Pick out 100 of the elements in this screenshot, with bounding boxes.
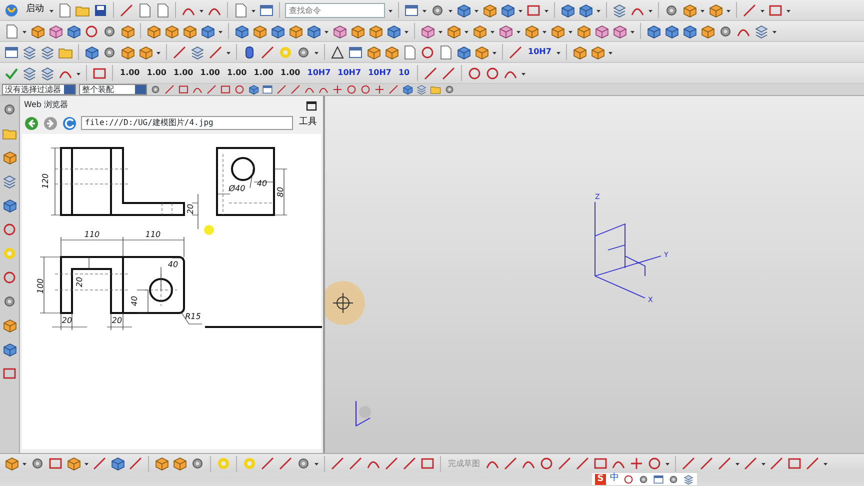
line-icon[interactable] — [557, 456, 572, 471]
rectangle-icon[interactable] — [768, 2, 783, 18]
cube-icon[interactable] — [368, 24, 383, 38]
line-icon[interactable] — [440, 66, 456, 80]
cube-icon[interactable] — [270, 24, 285, 38]
cube-icon[interactable] — [252, 24, 267, 38]
line-icon[interactable] — [699, 456, 714, 471]
cube-icon[interactable] — [578, 2, 593, 18]
dimension-tool-button[interactable]: 10H7 — [336, 65, 364, 81]
cube-icon[interactable] — [2, 342, 17, 357]
line-icon[interactable] — [717, 456, 732, 471]
circle-icon[interactable] — [484, 66, 500, 80]
dimension-tool-button[interactable]: 10H7 — [366, 65, 394, 81]
line-icon[interactable] — [260, 44, 275, 60]
layers-icon[interactable] — [683, 474, 694, 484]
triangle-icon[interactable] — [330, 44, 345, 60]
circle-icon[interactable] — [647, 456, 662, 471]
selection-filter-dropdown[interactable]: 没有选择过滤器 — [2, 84, 76, 95]
dimension-tool-button[interactable]: 10 — [396, 65, 412, 81]
plus-icon[interactable] — [629, 456, 644, 471]
line-icon[interactable] — [290, 84, 301, 95]
circle-icon[interactable] — [346, 84, 357, 95]
cube-icon[interactable] — [30, 24, 45, 38]
line-icon[interactable] — [208, 44, 223, 60]
input-mode-toggle[interactable]: 中 — [610, 472, 619, 486]
cube-icon[interactable] — [682, 2, 697, 18]
refresh-icon[interactable] — [62, 116, 77, 130]
rectangle-icon[interactable] — [178, 84, 189, 95]
line-icon[interactable] — [276, 84, 287, 95]
cube-icon[interactable] — [560, 2, 575, 18]
rectangle-icon[interactable] — [220, 84, 231, 95]
cube-icon[interactable] — [306, 24, 321, 38]
cube-icon[interactable] — [146, 24, 161, 38]
circle-icon[interactable] — [84, 24, 99, 38]
sheet-icon[interactable] — [4, 24, 19, 38]
sheet-icon[interactable] — [137, 2, 152, 18]
cube-icon[interactable] — [66, 456, 81, 471]
circle-icon[interactable] — [234, 84, 245, 95]
search-field[interactable]: 查找命令 — [285, 2, 385, 18]
cube-icon[interactable] — [164, 24, 179, 38]
window-icon[interactable] — [4, 44, 19, 60]
line-icon[interactable] — [422, 66, 438, 80]
window-icon[interactable] — [262, 84, 273, 95]
dimension-tool-button[interactable]: 1.00 — [144, 65, 168, 81]
dimension-tool-button[interactable]: 1.00 — [198, 65, 222, 81]
cube-icon[interactable] — [524, 24, 539, 38]
dimension-tool-button[interactable]: 10H7 — [526, 44, 554, 60]
cube-icon[interactable] — [182, 24, 197, 38]
window-icon[interactable] — [404, 2, 419, 18]
line-icon[interactable] — [278, 456, 293, 471]
dimension-tool-button[interactable]: 1.00 — [225, 65, 249, 81]
line-icon[interactable] — [172, 44, 187, 60]
cube-icon[interactable] — [664, 24, 679, 38]
layers-icon[interactable] — [40, 66, 55, 80]
cube-icon[interactable] — [576, 24, 591, 38]
cube-icon[interactable] — [120, 24, 135, 38]
cube-icon[interactable] — [590, 44, 606, 60]
sheet-icon[interactable] — [155, 2, 170, 18]
cube-icon[interactable] — [110, 456, 125, 471]
circle-icon[interactable] — [623, 474, 634, 484]
cube-icon[interactable] — [500, 2, 515, 18]
cube-icon[interactable] — [482, 2, 497, 18]
cube-icon[interactable] — [420, 24, 435, 38]
save-icon[interactable] — [93, 2, 108, 18]
window-icon[interactable] — [653, 474, 664, 484]
line-icon[interactable] — [206, 84, 217, 95]
cube-icon[interactable] — [2, 198, 17, 213]
layers-icon[interactable] — [190, 44, 205, 60]
cube-icon[interactable] — [708, 2, 723, 18]
circle-icon[interactable] — [2, 222, 17, 237]
cube-icon[interactable] — [456, 44, 471, 60]
cube-icon[interactable] — [350, 24, 365, 38]
line-icon[interactable] — [128, 456, 143, 471]
cube-icon[interactable] — [48, 24, 63, 38]
line-icon[interactable] — [402, 456, 417, 471]
plus-icon[interactable] — [374, 84, 385, 95]
layers-icon[interactable] — [754, 24, 769, 38]
cube-icon[interactable] — [84, 44, 99, 60]
cube-icon[interactable] — [2, 150, 17, 165]
cube-icon[interactable] — [154, 456, 169, 471]
dimension-tool-button[interactable]: 1.00 — [278, 65, 302, 81]
cube-icon[interactable] — [200, 24, 215, 38]
layers-icon[interactable] — [612, 2, 627, 18]
rectangle-icon[interactable] — [92, 66, 107, 80]
cube-icon[interactable] — [332, 24, 347, 38]
cube-icon[interactable] — [646, 24, 661, 38]
cube-icon[interactable] — [472, 24, 487, 38]
line-icon[interactable] — [503, 456, 518, 471]
rectangle-icon[interactable] — [787, 456, 802, 471]
line-icon[interactable] — [164, 84, 175, 95]
cube-icon[interactable] — [594, 24, 609, 38]
sheet-icon[interactable] — [402, 44, 417, 60]
cube-icon[interactable] — [234, 24, 249, 38]
circle-icon[interactable] — [2, 270, 17, 285]
cube-icon[interactable] — [248, 84, 259, 95]
line-icon[interactable] — [348, 456, 363, 471]
line-icon[interactable] — [769, 456, 784, 471]
rectangle-icon[interactable] — [593, 456, 608, 471]
dimension-tool-button[interactable]: 1.00 — [118, 65, 142, 81]
tools-menu-button[interactable]: 工具 — [297, 116, 319, 130]
